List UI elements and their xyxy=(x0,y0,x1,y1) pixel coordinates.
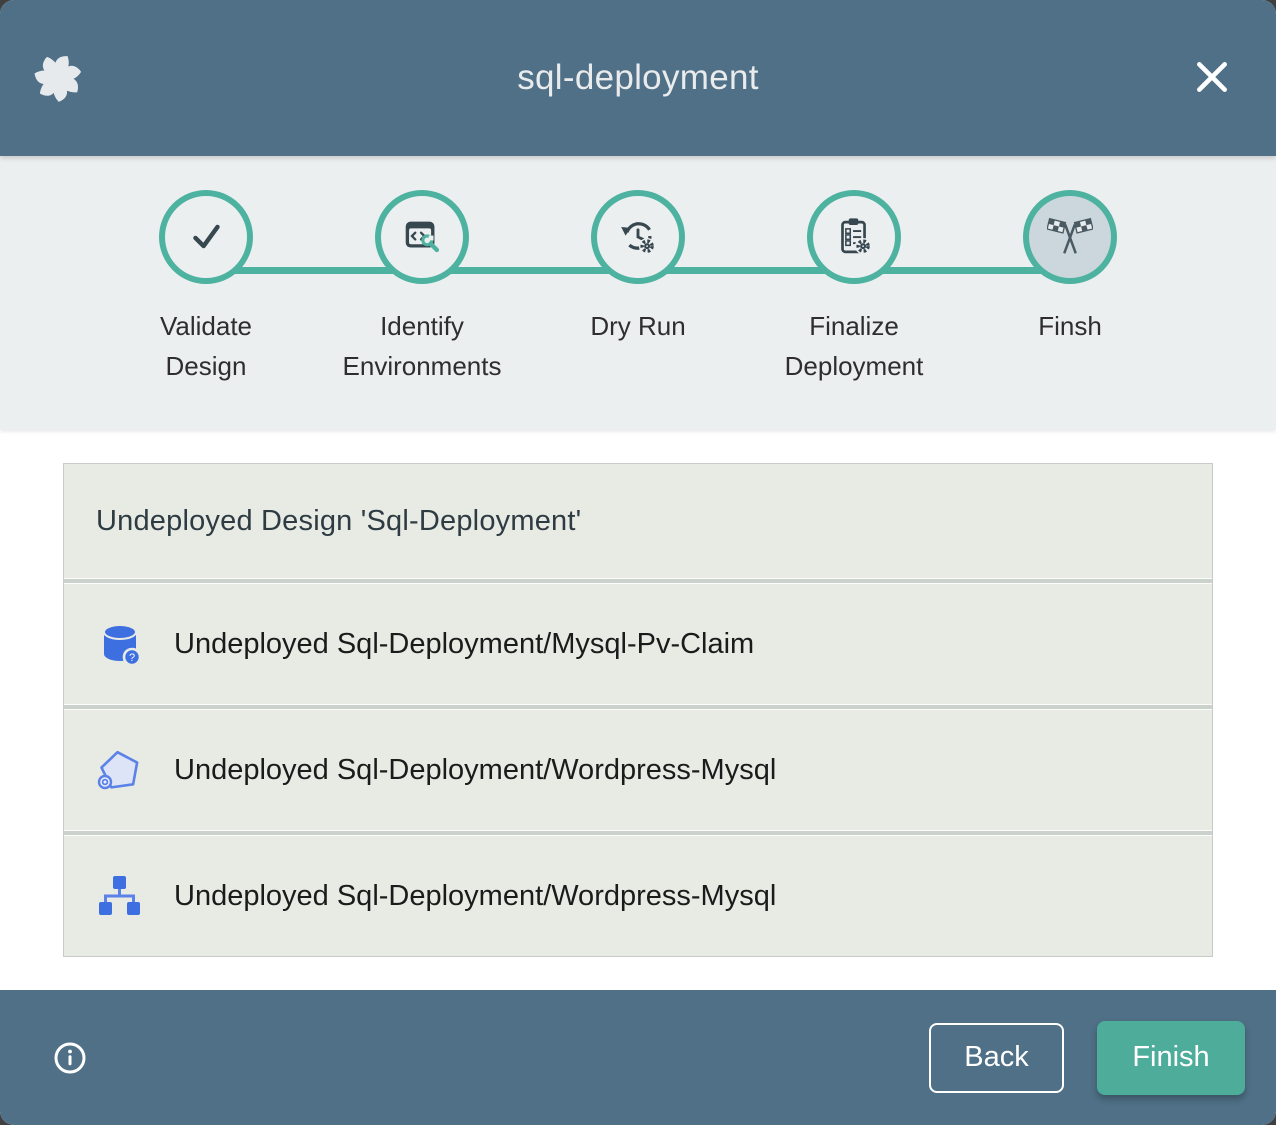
history-gear-icon xyxy=(591,190,685,284)
deployment-wizard-dialog: sql-deployment Validate Design xyxy=(0,0,1276,1125)
wizard-stepper: Validate Design Identify Environments xyxy=(0,156,1276,430)
step-label: Finalize Deployment xyxy=(766,306,942,386)
step-identify-environments: Identify Environments xyxy=(314,190,530,386)
step-finalize-deployment: Finalize Deployment xyxy=(746,190,962,386)
list-item: Undeployed Sql-Deployment/Wordpress-Mysq… xyxy=(64,836,1212,956)
code-window-wrench-icon xyxy=(375,190,469,284)
clipboard-gear-icon xyxy=(807,190,901,284)
step-label: Identify Environments xyxy=(334,306,510,386)
step-finish: Finsh xyxy=(962,190,1178,386)
list-item-text: Undeployed Sql-Deployment/Wordpress-Mysq… xyxy=(174,754,776,787)
list-item: Undeployed Sql-Deployment/Wordpress-Mysq… xyxy=(64,710,1212,830)
check-icon xyxy=(159,190,253,284)
step-label: Dry Run xyxy=(550,306,726,346)
list-item-text: Undeployed Sql-Deployment/Wordpress-Mysq… xyxy=(174,880,776,913)
close-icon xyxy=(1193,58,1231,99)
step-validate-design: Validate Design xyxy=(98,190,314,386)
list-item: ? Undeployed Sql-Deployment/Mysql-Pv-Cla… xyxy=(64,584,1212,704)
close-button[interactable] xyxy=(1192,58,1232,98)
dialog-title: sql-deployment xyxy=(0,58,1276,98)
topology-tree-icon xyxy=(96,872,144,920)
info-icon xyxy=(52,1064,88,1079)
footer-bar: Back Finish xyxy=(0,990,1276,1125)
step-dry-run: Dry Run xyxy=(530,190,746,386)
step-label: Finsh xyxy=(982,306,1158,346)
svg-text:?: ? xyxy=(129,652,135,664)
back-button[interactable]: Back xyxy=(929,1023,1064,1093)
results-area: Undeployed Design 'Sql-Deployment' ? Und… xyxy=(0,430,1276,990)
info-button[interactable] xyxy=(52,1040,88,1076)
title-bar: sql-deployment xyxy=(0,0,1276,156)
checkered-flags-icon xyxy=(1023,190,1117,284)
step-label: Validate Design xyxy=(118,306,294,386)
undeploy-results-panel: Undeployed Design 'Sql-Deployment' ? Und… xyxy=(63,463,1213,957)
database-question-icon: ? xyxy=(96,620,144,668)
list-item-text: Undeployed Sql-Deployment/Mysql-Pv-Claim xyxy=(174,628,754,661)
finish-button[interactable]: Finish xyxy=(1097,1021,1245,1095)
pentagon-component-icon xyxy=(96,746,144,794)
panel-header: Undeployed Design 'Sql-Deployment' xyxy=(64,464,1212,578)
